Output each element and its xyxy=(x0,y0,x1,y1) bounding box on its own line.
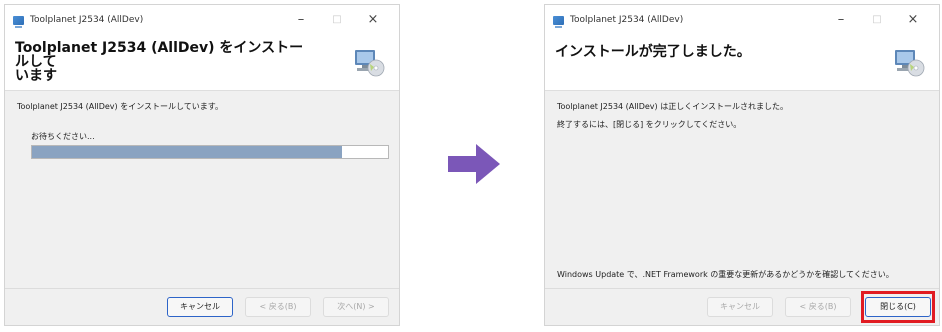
status-message: Toolplanet J2534 (AllDev) をインストールしています。 xyxy=(17,102,223,111)
title-bar[interactable]: Toolplanet J2534 (AllDev) – □ × xyxy=(5,5,399,35)
minimize-icon[interactable]: – xyxy=(823,5,859,35)
right-arrow-icon xyxy=(448,144,500,184)
maximize-icon: □ xyxy=(872,14,882,25)
success-message: Toolplanet J2534 (AllDev) は正しくインストールされまし… xyxy=(557,102,789,111)
title-bar[interactable]: Toolplanet J2534 (AllDev) – □ × xyxy=(545,5,939,35)
header-title: インストールが完了しました。 xyxy=(555,44,751,60)
cancel-button: キャンセル xyxy=(707,297,773,317)
computer-cd-icon xyxy=(355,50,385,77)
maximize-icon: □ xyxy=(332,14,342,25)
installer-window-progress: Toolplanet J2534 (AllDev) – □ × Toolplan… xyxy=(4,4,400,326)
wizard-header: インストールが完了しました。 xyxy=(545,35,939,91)
windows-update-message: Windows Update で、.NET Framework の重要な更新があ… xyxy=(557,270,894,279)
minimize-icon[interactable]: – xyxy=(283,5,319,35)
wizard-content: Toolplanet J2534 (AllDev) をインストールしています。 … xyxy=(5,91,399,289)
installer-window-complete: Toolplanet J2534 (AllDev) – □ × インストールが完… xyxy=(544,4,940,326)
close-instruction: 終了するには、[閉じる] をクリックしてください。 xyxy=(557,120,742,129)
wizard-footer: キャンセル < 戻る(B) 次へ(N) > xyxy=(5,289,399,325)
wait-label: お待ちください... xyxy=(31,132,95,141)
header-title: Toolplanet J2534 (AllDev) をインストールして います xyxy=(15,40,304,84)
window-title: Toolplanet J2534 (AllDev) xyxy=(30,15,144,25)
back-button: < 戻る(B) xyxy=(245,297,311,317)
progress-fill xyxy=(32,146,342,158)
install-progress-bar xyxy=(31,145,389,159)
close-icon[interactable]: × xyxy=(895,5,931,35)
close-icon[interactable]: × xyxy=(355,5,391,35)
highlight-box xyxy=(861,291,935,323)
computer-cd-icon xyxy=(895,50,925,77)
back-button: < 戻る(B) xyxy=(785,297,851,317)
wizard-footer: キャンセル < 戻る(B) 閉じる(C) xyxy=(545,289,939,325)
wizard-header: Toolplanet J2534 (AllDev) をインストールして います xyxy=(5,35,399,91)
installer-app-icon xyxy=(553,15,564,28)
cancel-button[interactable]: キャンセル xyxy=(167,297,233,317)
window-title: Toolplanet J2534 (AllDev) xyxy=(570,15,684,25)
next-button: 次へ(N) > xyxy=(323,297,389,317)
wizard-content: Toolplanet J2534 (AllDev) は正しくインストールされまし… xyxy=(545,91,939,289)
installer-app-icon xyxy=(13,15,24,28)
